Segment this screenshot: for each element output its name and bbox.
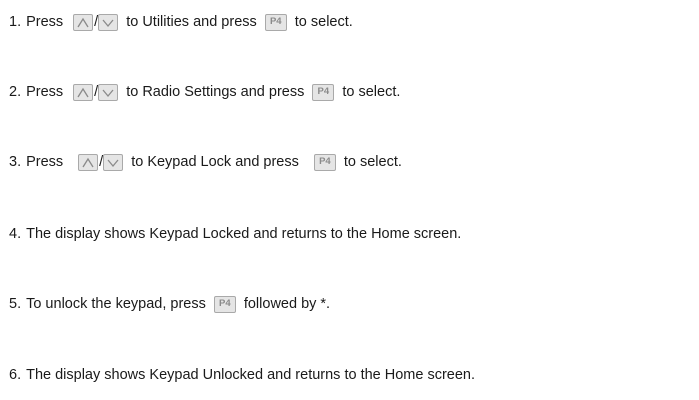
step-text: The display shows Keypad Locked and retu… xyxy=(26,226,462,242)
step-number: 4. xyxy=(9,226,22,242)
step-text: To unlock the keypad, press xyxy=(26,296,206,312)
step-text: Press xyxy=(26,154,64,170)
p4-key-icon: P4 xyxy=(313,153,336,171)
up-arrow-key-icon xyxy=(73,13,94,31)
step-text: followed by *. xyxy=(243,296,331,312)
step-5: 5. To unlock the keypad, press P4 follow… xyxy=(9,294,330,314)
step-text: The display shows Keypad Unlocked and re… xyxy=(26,367,476,383)
step-text: to select. xyxy=(342,84,401,100)
step-text: to select. xyxy=(294,14,353,30)
down-arrow-key-icon xyxy=(103,153,124,171)
step-number: 5. xyxy=(9,296,22,312)
step-number: 6. xyxy=(9,367,22,383)
up-arrow-key-icon xyxy=(73,83,94,101)
step-text: Press xyxy=(26,84,64,100)
step-text: to Radio Settings and press xyxy=(126,84,305,100)
step-1: 1. Press / to Utilities and press P4 to … xyxy=(9,12,353,32)
down-arrow-key-icon xyxy=(98,83,119,101)
up-arrow-key-icon xyxy=(78,153,99,171)
down-arrow-key-icon xyxy=(98,13,119,31)
p4-key-icon: P4 xyxy=(264,13,287,31)
step-number: 3. xyxy=(9,154,22,170)
step-6: 6. The display shows Keypad Unlocked and… xyxy=(9,365,475,385)
step-3: 3. Press / to Keypad Lock and press P4 t… xyxy=(9,152,402,172)
instructions-page: 1. Press / to Utilities and press P4 to … xyxy=(0,0,699,400)
step-number: 2. xyxy=(9,84,22,100)
p4-key-icon: P4 xyxy=(312,83,335,101)
step-number: 1. xyxy=(9,14,22,30)
p4-key-icon: P4 xyxy=(213,295,236,313)
step-text: to select. xyxy=(343,154,402,170)
step-text: to Keypad Lock and press xyxy=(131,154,299,170)
step-2: 2. Press / to Radio Settings and press P… xyxy=(9,82,400,102)
step-4: 4. The display shows Keypad Locked and r… xyxy=(9,224,461,244)
step-text: Press xyxy=(26,14,64,30)
step-text: to Utilities and press xyxy=(126,14,257,30)
